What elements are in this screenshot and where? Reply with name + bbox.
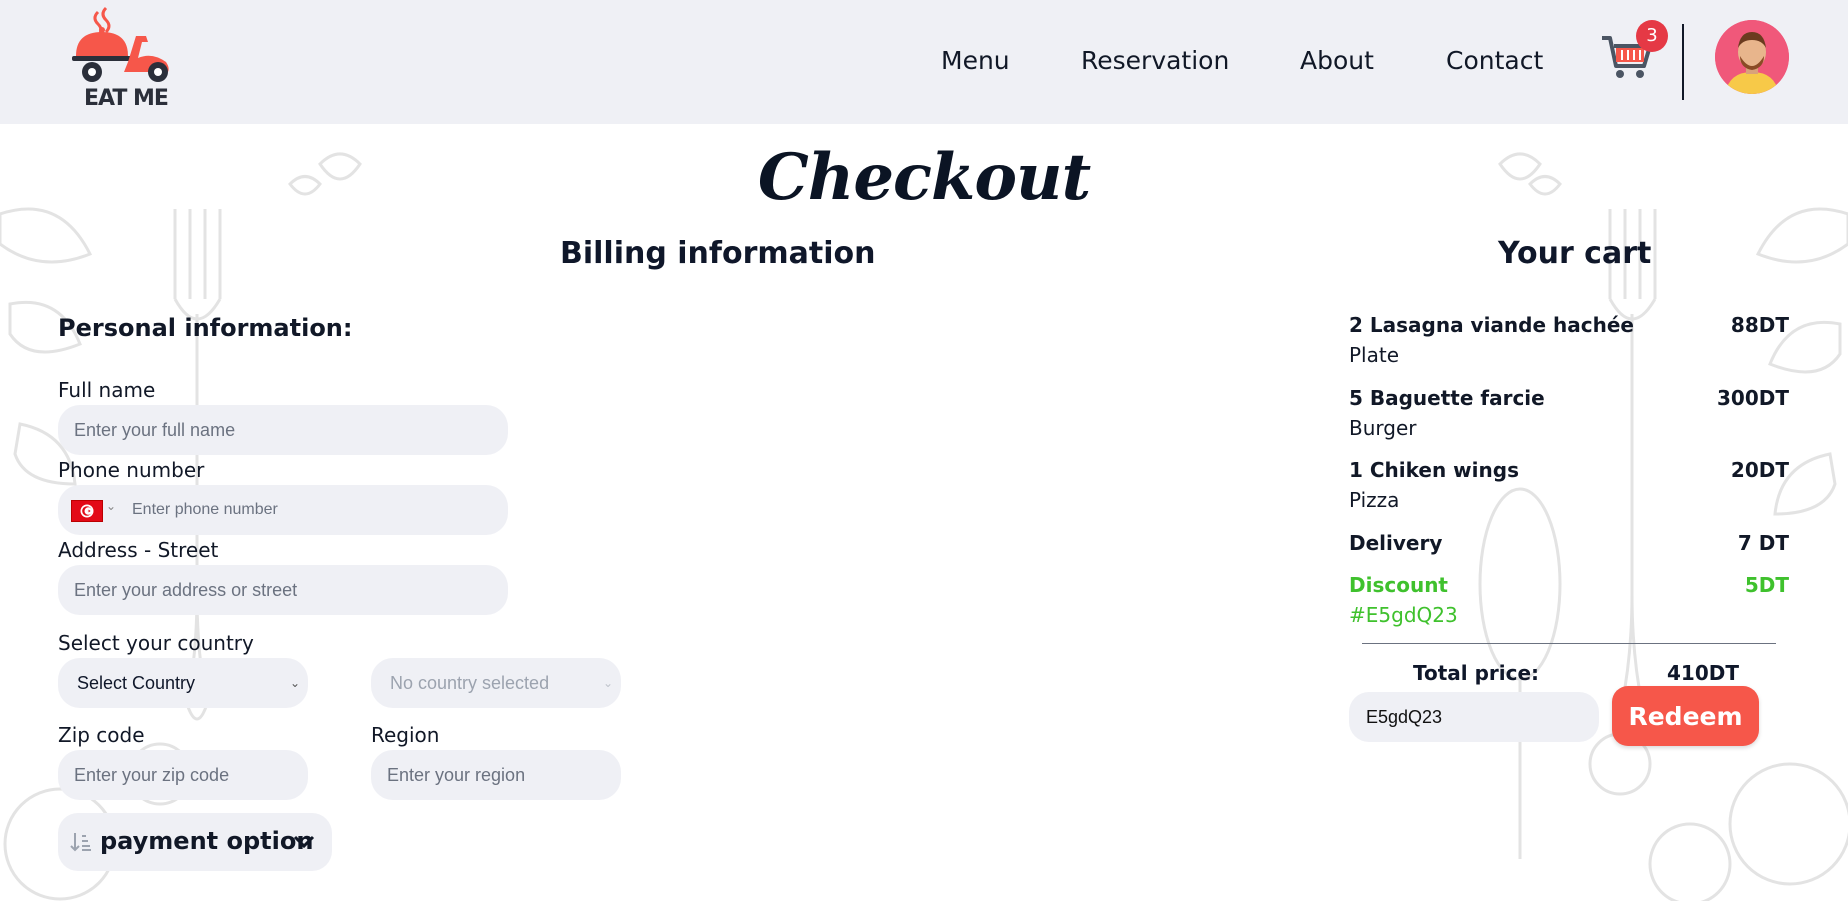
- country-select-value: Select Country: [77, 673, 196, 693]
- discount-code: #E5gdQ23: [1349, 603, 1458, 627]
- tunisia-flag-icon[interactable]: [71, 500, 103, 522]
- cart-divider: [1362, 643, 1776, 644]
- scooter-cloche-icon: [72, 6, 169, 82]
- delivery-row: Delivery 7 DT: [1349, 531, 1789, 561]
- cart-title: Your cart: [1498, 236, 1652, 271]
- cart-item-price: 88DT: [1730, 313, 1789, 337]
- state-select: No country selected ⌄: [371, 658, 621, 708]
- coupon-input[interactable]: [1349, 692, 1599, 742]
- nav-link-about[interactable]: About: [1300, 46, 1374, 75]
- country-code-chevron-icon[interactable]: ⌄: [106, 499, 116, 513]
- cart-count-badge: 3: [1636, 20, 1668, 52]
- delivery-price: 7 DT: [1737, 531, 1789, 555]
- cart-item-price: 20DT: [1730, 458, 1789, 482]
- user-avatar-icon: [1715, 20, 1789, 94]
- phone-label: Phone number: [58, 458, 205, 482]
- cart-item: 5 Baguette farcie 300DT Burger: [1349, 386, 1789, 446]
- discount-row: Discount 5DT #E5gdQ23: [1349, 573, 1789, 633]
- user-avatar[interactable]: [1715, 20, 1789, 94]
- cart-item-category: Burger: [1349, 416, 1417, 440]
- total-price-value: 410DT: [1667, 661, 1739, 685]
- cart-item: 2 Lasagna viande hachée 88DT Plate: [1349, 313, 1789, 373]
- brand-logo[interactable]: EAT ME: [70, 4, 182, 116]
- country-select[interactable]: Select Country ⌄: [58, 658, 308, 708]
- chevron-down-icon: ⌄: [602, 676, 613, 690]
- chevron-down-icon: [293, 835, 315, 849]
- payment-option-dropdown[interactable]: payment option: [58, 813, 332, 871]
- zip-label: Zip code: [58, 723, 145, 747]
- phone-field: ⌄: [58, 485, 508, 535]
- state-select-value: No country selected: [390, 673, 550, 693]
- redeem-button[interactable]: Redeem: [1612, 686, 1759, 746]
- discount-amount: 5DT: [1744, 573, 1789, 597]
- address-input[interactable]: [58, 565, 508, 615]
- chevron-down-icon: ⌄: [289, 676, 300, 690]
- page-title: Checkout: [757, 140, 1091, 215]
- cart-item-name: 5 Baguette farcie: [1349, 386, 1545, 410]
- billing-title: Billing information: [560, 236, 876, 271]
- total-price-label: Total price:: [1413, 661, 1540, 685]
- cart-item-price: 300DT: [1717, 386, 1789, 410]
- address-label: Address - Street: [58, 538, 219, 562]
- nav-link-reservation[interactable]: Reservation: [1081, 46, 1229, 75]
- nav-link-contact[interactable]: Contact: [1446, 46, 1543, 75]
- delivery-label: Delivery: [1349, 531, 1443, 555]
- full-name-input[interactable]: [58, 405, 508, 455]
- full-name-label: Full name: [58, 378, 156, 402]
- region-label: Region: [371, 723, 440, 747]
- nav-divider: [1682, 24, 1684, 100]
- cart-item-name: 1 Chiken wings: [1349, 458, 1519, 482]
- nav-link-menu[interactable]: Menu: [941, 46, 1010, 75]
- cart-item-category: Pizza: [1349, 488, 1400, 512]
- personal-info-heading: Personal information:: [58, 314, 353, 342]
- discount-label: Discount: [1349, 573, 1448, 597]
- country-label: Select your country: [58, 631, 254, 655]
- cart-item-category: Plate: [1349, 343, 1400, 367]
- navbar: EAT ME Menu Reservation About Contact 3: [0, 0, 1848, 124]
- zip-input[interactable]: [58, 750, 308, 800]
- region-input[interactable]: [371, 750, 621, 800]
- payment-option-label: payment option: [100, 827, 314, 855]
- cart-item-name: 2 Lasagna viande hachée: [1349, 313, 1634, 337]
- phone-input[interactable]: [124, 485, 494, 535]
- sort-icon: [70, 833, 91, 852]
- brand-name: EAT ME: [84, 86, 169, 111]
- cart-item: 1 Chiken wings 20DT Pizza: [1349, 458, 1789, 518]
